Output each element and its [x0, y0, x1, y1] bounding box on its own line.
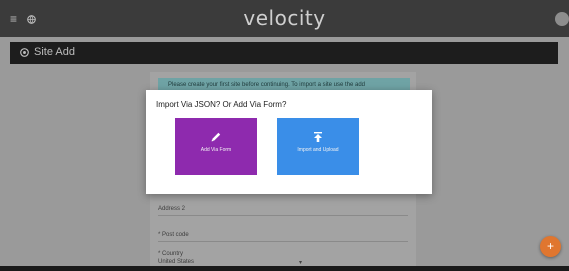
import-and-upload-label: Import and Upload [297, 147, 339, 153]
address2-label: Address 2 [158, 206, 186, 212]
pencil-icon [175, 130, 257, 148]
logo-text: velocity [243, 6, 326, 30]
country-select[interactable]: United States [158, 259, 194, 265]
upload-icon [277, 130, 359, 148]
dialog-heading: Import Via JSON? Or Add Via Form? [156, 100, 287, 109]
bottom-bar [0, 266, 569, 271]
info-banner-text: Please create your first site before con… [168, 82, 365, 88]
import-or-add-dialog: Import Via JSON? Or Add Via Form? Add Vi… [146, 90, 432, 194]
add-fab-button[interactable]: + [540, 236, 561, 257]
velocity-logo: velocity [0, 6, 569, 30]
page-title-bar: Site Add [10, 42, 558, 64]
add-via-form-button[interactable]: Add Via Form [175, 118, 257, 175]
add-via-form-label: Add Via Form [200, 147, 232, 153]
import-and-upload-button[interactable]: Import and Upload [277, 118, 359, 175]
post-code-field[interactable]: * Post code [158, 232, 408, 242]
page-title: Site Add [34, 46, 75, 58]
site-icon [20, 48, 29, 60]
post-code-label: * Post code [158, 232, 189, 238]
fab-label: + [546, 239, 554, 253]
country-field-label: * Country [158, 251, 408, 260]
app-header: ≡ velocity [0, 0, 569, 37]
user-icon[interactable] [555, 12, 569, 26]
address2-field[interactable]: Address 2 [158, 206, 408, 216]
chevron-down-icon[interactable]: ▾ [299, 259, 302, 266]
country-label: * Country [158, 251, 184, 257]
